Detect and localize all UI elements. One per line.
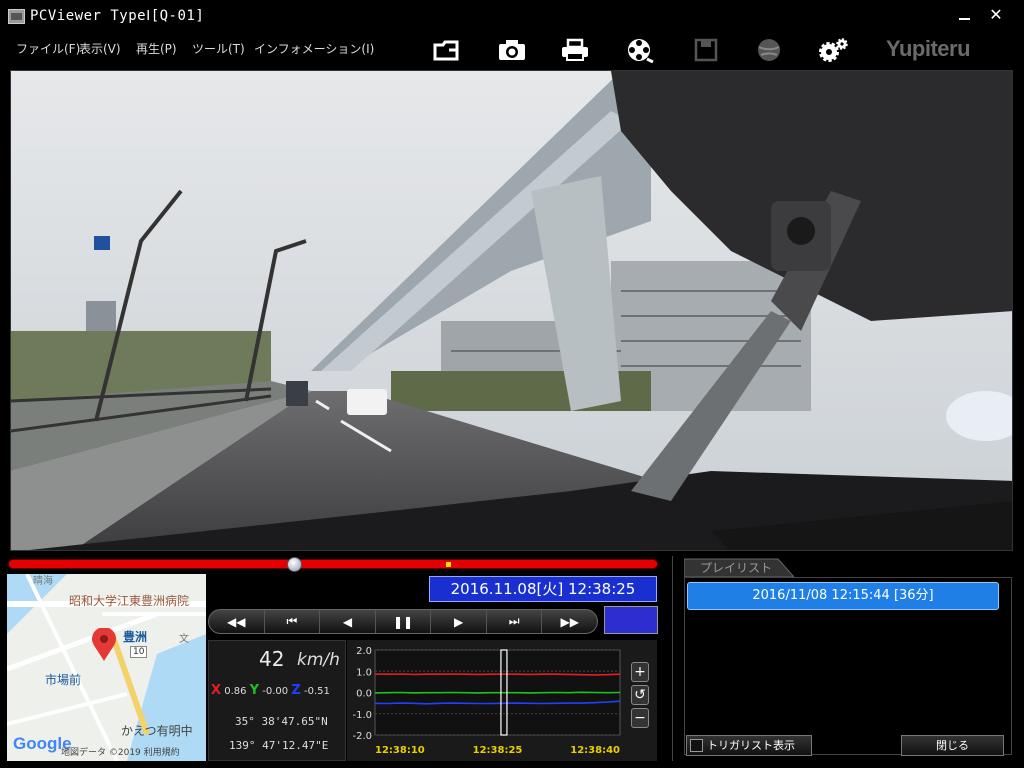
pause-button[interactable]: ❚❚ [376, 610, 432, 633]
route-shield: 10 [130, 646, 148, 658]
y-tick-label: 1.0 [356, 667, 372, 678]
previous-button[interactable]: ⏮ [265, 610, 321, 633]
zoom-in-button[interactable]: + [631, 662, 649, 682]
z-axis-label: Z [291, 683, 301, 698]
trigger-checkbox[interactable] [690, 739, 703, 752]
dashcam-scene [11, 71, 1012, 550]
x-tick-label: 12:38:10 [375, 745, 425, 756]
y-axis-label: Y [249, 683, 260, 698]
speed-unit: km/h [297, 650, 340, 670]
camera-icon[interactable] [495, 36, 529, 64]
trigger-list-toggle[interactable]: トリガリスト表示 [686, 735, 812, 756]
accel-readout: X 0.86 Y -0.00 Z -0.51 [211, 683, 330, 698]
x-tick-label: 12:38:25 [473, 745, 523, 756]
trigger-list-label: トリガリスト表示 [707, 739, 795, 752]
y-tick-label: 2.0 [356, 646, 372, 657]
title-bar: PCViewer TypeⅠ[Q-01] ✕ [0, 0, 1024, 33]
close-button-playlist[interactable]: 閉じる [901, 735, 1004, 756]
menu-bar: ファイル(F) 表示(V) 再生(P) ツール(T) インフォメーション(I) … [0, 33, 1024, 67]
rewind-button[interactable]: ◀◀ [209, 610, 265, 633]
y-tick-label: -2.0 [352, 731, 372, 742]
series-line-x [375, 673, 621, 676]
map-label-harumi: 晴海 [33, 576, 53, 587]
map-label-toyosu: 豊洲 [123, 630, 148, 644]
x-axis-label: X [211, 683, 222, 698]
g-sensor-graph[interactable]: 2.0 1.0 0.0 -1.0 -2.0 12:38:10 12:38:25 12:38:4… [347, 640, 657, 761]
datetime-display: 2016.11.08[火] 12:38:25 [429, 576, 657, 602]
map-panel[interactable]: 晴海 昭和大学江東豊洲病院 豊洲 市場前 かえつ有明中 文 10 Google … [7, 574, 206, 761]
menu-information[interactable]: インフォメーション(I) [254, 40, 374, 57]
panel-divider [672, 556, 673, 761]
folder-open-icon[interactable] [430, 36, 464, 64]
film-reel-icon[interactable] [623, 36, 657, 64]
zoom-out-button[interactable]: − [631, 708, 649, 728]
seek-bar[interactable] [8, 557, 658, 572]
z-accel-value: -0.51 [303, 686, 330, 697]
video-frame[interactable] [10, 70, 1013, 551]
step-back-button[interactable]: ◀ [320, 610, 376, 633]
speed-value: 42 [259, 647, 285, 671]
save-icon [689, 36, 723, 64]
series-line-y [374, 691, 621, 694]
g-sensor-chart: 2.0 1.0 0.0 -1.0 -2.012:38:10 12:38:25 12:38:4… [352, 646, 621, 756]
minimize-button[interactable] [950, 4, 980, 26]
y-tick-label: -1.0 [352, 710, 372, 721]
x-accel-value: 0.86 [224, 686, 247, 697]
menu-play[interactable]: 再生(P) [136, 40, 177, 57]
playlist-tab[interactable]: プレイリスト [684, 557, 794, 577]
playlist-entry[interactable]: 2016/11/08 12:15:44 [36分] [687, 582, 999, 610]
y-accel-value: -0.00 [262, 686, 289, 697]
playback-controls: ◀◀ ⏮ ◀ ❚❚ ▶ ⏭ ▶▶ [208, 609, 598, 634]
map-label-hospital: 昭和大学江東豊洲病院 [69, 594, 190, 608]
menu-view[interactable]: 表示(V) [79, 40, 121, 57]
event-marker [446, 562, 451, 567]
seek-handle[interactable] [287, 557, 302, 572]
longitude: 139° 47'12.47"E [229, 739, 329, 752]
speed-panel: 42 km/h X 0.86 Y -0.00 Z -0.51 35° 38'47… [208, 640, 346, 761]
menu-tools[interactable]: ツール(T) [192, 40, 245, 57]
close-button[interactable]: ✕ [981, 4, 1011, 26]
zoom-reset-button[interactable]: ↺ [631, 685, 649, 705]
next-button[interactable]: ⏭ [487, 610, 543, 633]
latitude: 35° 38'47.65"N [235, 715, 328, 728]
window-title: PCViewer TypeⅠ[Q-01] [30, 8, 205, 24]
menu-file[interactable]: ファイル(F) [16, 40, 80, 57]
x-tick-label: 12:38:40 [570, 745, 620, 756]
print-icon[interactable] [558, 36, 592, 64]
map-pin-icon [92, 628, 116, 661]
app-icon [8, 9, 25, 24]
brand-logo: Yupiteru [886, 36, 971, 61]
fast-forward-button[interactable]: ▶▶ [542, 610, 597, 633]
settings-icon[interactable] [816, 36, 850, 64]
playlist-tab-label: プレイリスト [700, 561, 773, 575]
globe-icon [752, 36, 786, 64]
map-label-shijomae: 市場前 [45, 673, 82, 687]
map-label-school-symbol: 文 [179, 634, 189, 645]
play-button[interactable]: ▶ [431, 610, 487, 633]
map-attribution[interactable]: 地図データ ©2019 利用規約 [61, 745, 180, 758]
y-tick-label: 0.0 [356, 689, 372, 700]
color-swatch-button[interactable] [604, 606, 658, 634]
map-label-school: かえつ有明中 [121, 724, 193, 738]
